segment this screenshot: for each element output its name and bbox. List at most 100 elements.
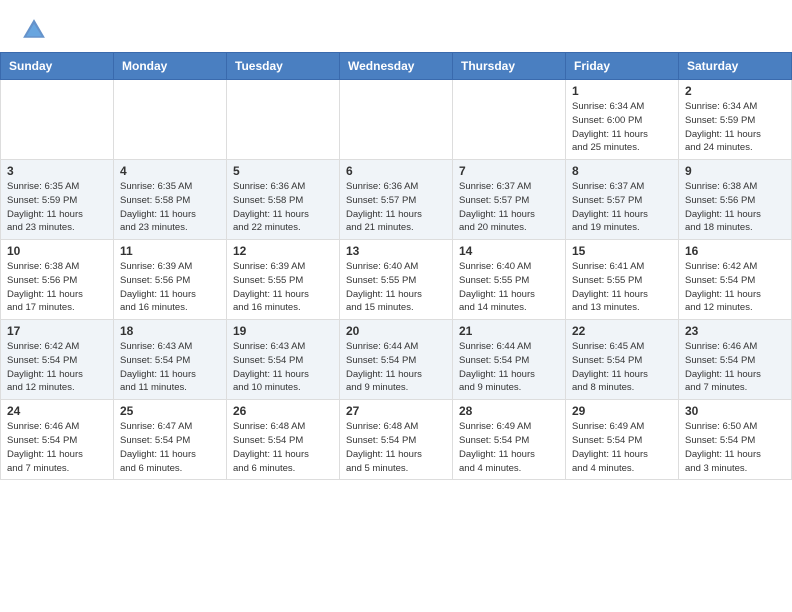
calendar-cell: 12 Sunrise: 6:39 AMSunset: 5:55 PMDayligh… <box>227 240 340 320</box>
col-header-monday: Monday <box>114 53 227 80</box>
day-info: Sunrise: 6:36 AMSunset: 5:58 PMDaylight:… <box>233 180 333 235</box>
day-number: 3 <box>7 164 107 178</box>
col-header-wednesday: Wednesday <box>340 53 453 80</box>
calendar-cell: 7 Sunrise: 6:37 AMSunset: 5:57 PMDaylight… <box>453 160 566 240</box>
day-number: 21 <box>459 324 559 338</box>
calendar-cell: 20Sunrise: 6:44 AMSunset: 5:54 PMDayligh… <box>340 320 453 400</box>
calendar-cell: 14 Sunrise: 6:40 AMSunset: 5:55 PMDayligh… <box>453 240 566 320</box>
calendar-cell: 8Sunrise: 6:37 AMSunset: 5:57 PMDaylight… <box>566 160 679 240</box>
calendar-cell: 24 Sunrise: 6:46 AMSunset: 5:54 PMDayligh… <box>1 400 114 480</box>
calendar-cell: 11 Sunrise: 6:39 AMSunset: 5:56 PMDayligh… <box>114 240 227 320</box>
calendar-cell: 13Sunrise: 6:40 AMSunset: 5:55 PMDayligh… <box>340 240 453 320</box>
day-number: 26 <box>233 404 333 418</box>
day-number: 13 <box>346 244 446 258</box>
day-info: Sunrise: 6:47 AMSunset: 5:54 PMDaylight:… <box>120 420 220 475</box>
day-number: 19 <box>233 324 333 338</box>
calendar-cell: 10Sunrise: 6:38 AMSunset: 5:56 PMDayligh… <box>1 240 114 320</box>
week-row-2: 3Sunrise: 6:35 AMSunset: 5:59 PMDaylight… <box>1 160 792 240</box>
day-number: 15 <box>572 244 672 258</box>
day-number: 1 <box>572 84 672 98</box>
day-info: Sunrise: 6:46 AMSunset: 5:54 PMDaylight:… <box>7 420 107 475</box>
week-row-5: 24 Sunrise: 6:46 AMSunset: 5:54 PMDayligh… <box>1 400 792 480</box>
calendar-cell <box>453 80 566 160</box>
calendar-cell: 23 Sunrise: 6:46 AMSunset: 5:54 PMDayligh… <box>679 320 792 400</box>
day-number: 28 <box>459 404 559 418</box>
day-info: Sunrise: 6:39 AMSunset: 5:56 PMDaylight:… <box>120 260 220 315</box>
day-number: 25 <box>120 404 220 418</box>
col-header-sunday: Sunday <box>1 53 114 80</box>
calendar-cell: 19 Sunrise: 6:43 AMSunset: 5:54 PMDayligh… <box>227 320 340 400</box>
week-row-3: 10Sunrise: 6:38 AMSunset: 5:56 PMDayligh… <box>1 240 792 320</box>
day-info: Sunrise: 6:37 AMSunset: 5:57 PMDaylight:… <box>459 180 559 235</box>
calendar-cell: 3Sunrise: 6:35 AMSunset: 5:59 PMDaylight… <box>1 160 114 240</box>
logo <box>20 16 52 44</box>
day-info: Sunrise: 6:43 AMSunset: 5:54 PMDaylight:… <box>233 340 333 395</box>
day-info: Sunrise: 6:40 AMSunset: 5:55 PMDaylight:… <box>459 260 559 315</box>
calendar-cell: 28Sunrise: 6:49 AMSunset: 5:54 PMDayligh… <box>453 400 566 480</box>
day-info: Sunrise: 6:39 AMSunset: 5:55 PMDaylight:… <box>233 260 333 315</box>
calendar-cell <box>114 80 227 160</box>
calendar-cell: 6Sunrise: 6:36 AMSunset: 5:57 PMDaylight… <box>340 160 453 240</box>
day-number: 29 <box>572 404 672 418</box>
calendar-header-row: SundayMondayTuesdayWednesdayThursdayFrid… <box>1 53 792 80</box>
day-number: 27 <box>346 404 446 418</box>
calendar-cell: 18 Sunrise: 6:43 AMSunset: 5:54 PMDayligh… <box>114 320 227 400</box>
page-header <box>0 0 792 52</box>
day-number: 20 <box>346 324 446 338</box>
day-info: Sunrise: 6:45 AMSunset: 5:54 PMDaylight:… <box>572 340 672 395</box>
calendar-cell <box>340 80 453 160</box>
day-info: Sunrise: 6:43 AMSunset: 5:54 PMDaylight:… <box>120 340 220 395</box>
day-info: Sunrise: 6:41 AMSunset: 5:55 PMDaylight:… <box>572 260 672 315</box>
day-info: Sunrise: 6:34 AMSunset: 6:00 PMDaylight:… <box>572 100 672 155</box>
calendar-cell: 2 Sunrise: 6:34 AMSunset: 5:59 PMDaylight… <box>679 80 792 160</box>
day-number: 10 <box>7 244 107 258</box>
day-info: Sunrise: 6:50 AMSunset: 5:54 PMDaylight:… <box>685 420 785 475</box>
day-number: 2 <box>685 84 785 98</box>
calendar-cell: 1 Sunrise: 6:34 AMSunset: 6:00 PMDaylight… <box>566 80 679 160</box>
calendar-cell: 17Sunrise: 6:42 AMSunset: 5:54 PMDayligh… <box>1 320 114 400</box>
day-info: Sunrise: 6:48 AMSunset: 5:54 PMDaylight:… <box>346 420 446 475</box>
calendar-cell: 27 Sunrise: 6:48 AMSunset: 5:54 PMDayligh… <box>340 400 453 480</box>
day-number: 11 <box>120 244 220 258</box>
calendar-cell: 16 Sunrise: 6:42 AMSunset: 5:54 PMDayligh… <box>679 240 792 320</box>
logo-icon <box>20 16 48 44</box>
col-header-tuesday: Tuesday <box>227 53 340 80</box>
calendar-cell: 4Sunrise: 6:35 AMSunset: 5:58 PMDaylight… <box>114 160 227 240</box>
week-row-1: 1 Sunrise: 6:34 AMSunset: 6:00 PMDaylight… <box>1 80 792 160</box>
day-info: Sunrise: 6:44 AMSunset: 5:54 PMDaylight:… <box>459 340 559 395</box>
day-info: Sunrise: 6:48 AMSunset: 5:54 PMDaylight:… <box>233 420 333 475</box>
day-number: 16 <box>685 244 785 258</box>
calendar-table: SundayMondayTuesdayWednesdayThursdayFrid… <box>0 52 792 480</box>
day-number: 5 <box>233 164 333 178</box>
day-info: Sunrise: 6:49 AMSunset: 5:54 PMDaylight:… <box>572 420 672 475</box>
calendar-cell: 5 Sunrise: 6:36 AMSunset: 5:58 PMDaylight… <box>227 160 340 240</box>
calendar-cell: 26 Sunrise: 6:48 AMSunset: 5:54 PMDayligh… <box>227 400 340 480</box>
day-info: Sunrise: 6:42 AMSunset: 5:54 PMDaylight:… <box>685 260 785 315</box>
day-number: 9 <box>685 164 785 178</box>
day-info: Sunrise: 6:46 AMSunset: 5:54 PMDaylight:… <box>685 340 785 395</box>
day-number: 6 <box>346 164 446 178</box>
col-header-friday: Friday <box>566 53 679 80</box>
day-number: 7 <box>459 164 559 178</box>
day-number: 30 <box>685 404 785 418</box>
calendar-cell <box>227 80 340 160</box>
calendar-cell: 29 Sunrise: 6:49 AMSunset: 5:54 PMDayligh… <box>566 400 679 480</box>
day-number: 12 <box>233 244 333 258</box>
calendar-cell: 22 Sunrise: 6:45 AMSunset: 5:54 PMDayligh… <box>566 320 679 400</box>
calendar-cell: 30 Sunrise: 6:50 AMSunset: 5:54 PMDayligh… <box>679 400 792 480</box>
day-number: 14 <box>459 244 559 258</box>
day-info: Sunrise: 6:35 AMSunset: 5:58 PMDaylight:… <box>120 180 220 235</box>
day-info: Sunrise: 6:38 AMSunset: 5:56 PMDaylight:… <box>685 180 785 235</box>
day-number: 22 <box>572 324 672 338</box>
day-number: 24 <box>7 404 107 418</box>
calendar-cell: 9 Sunrise: 6:38 AMSunset: 5:56 PMDaylight… <box>679 160 792 240</box>
day-number: 18 <box>120 324 220 338</box>
day-number: 23 <box>685 324 785 338</box>
col-header-saturday: Saturday <box>679 53 792 80</box>
calendar-cell <box>1 80 114 160</box>
week-row-4: 17Sunrise: 6:42 AMSunset: 5:54 PMDayligh… <box>1 320 792 400</box>
calendar-cell: 25 Sunrise: 6:47 AMSunset: 5:54 PMDayligh… <box>114 400 227 480</box>
day-info: Sunrise: 6:34 AMSunset: 5:59 PMDaylight:… <box>685 100 785 155</box>
col-header-thursday: Thursday <box>453 53 566 80</box>
calendar-cell: 15 Sunrise: 6:41 AMSunset: 5:55 PMDayligh… <box>566 240 679 320</box>
